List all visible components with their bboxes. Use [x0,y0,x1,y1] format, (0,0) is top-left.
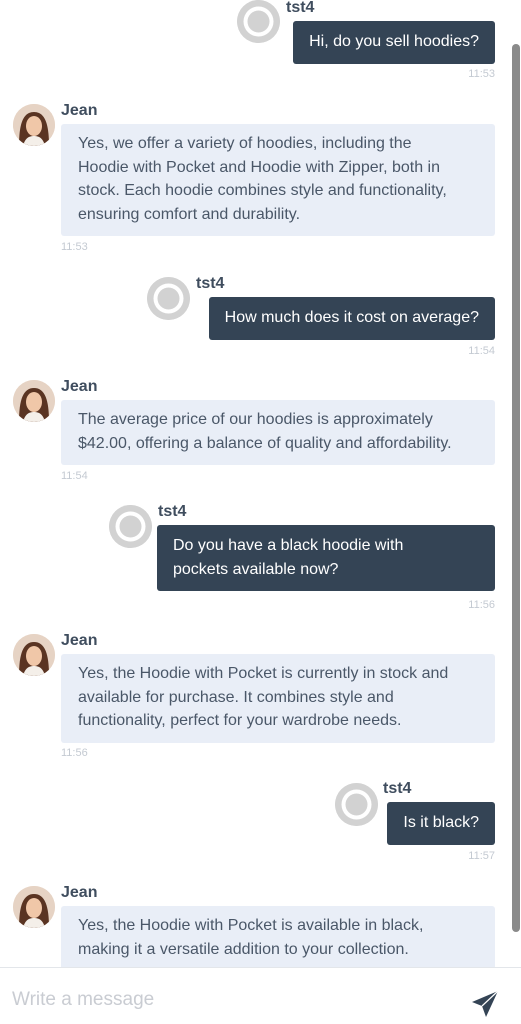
message-bubble: The average price of our hoodies is appr… [61,400,495,465]
agent-avatar [13,380,55,422]
message-timestamp: 11:57 [468,850,495,862]
message-input[interactable] [12,986,432,1014]
message-line: Is it black? [403,814,479,831]
scrollbar-thumb[interactable] [512,44,520,932]
agent-avatar [13,634,55,676]
message-line: Yes, the Hoodie with Pocket is currently… [78,665,449,682]
message-timestamp: 11:53 [468,68,495,80]
user-avatar-icon [237,0,280,43]
message-bubble: Is it black? [387,802,495,845]
message-line: stock. Each hoodie combines style and fu… [78,182,447,199]
message-line: $42.00, offering a balance of quality an… [78,434,452,452]
message-line: Do you have a black hoodie with [173,537,404,554]
message-line: Hoodie with Pocket and Hoodie with Zippe… [78,158,440,176]
message-timestamp: 11:53 [61,241,88,253]
message-line: pockets available now? [173,560,339,578]
sender-name: Jean [61,102,98,119]
user-avatar-icon [335,783,378,826]
message-timestamp: 11:54 [468,345,495,357]
sender-name: tst4 [383,780,412,797]
sender-name: tst4 [158,503,187,520]
message-list[interactable]: tst4 Hi, do you sell hoodies? 11:53 Jean… [0,0,521,967]
message-timestamp: 11:56 [61,747,88,759]
message-line: making it a versatile addition to your c… [78,940,409,958]
message-bubble: Do you have a black hoodie with pockets … [157,525,495,591]
message-line: Yes, the Hoodie with Pocket is available… [78,917,424,934]
sender-name: tst4 [286,0,315,16]
paper-plane-icon [472,990,499,1017]
sender-name: Jean [61,884,98,901]
message-line: How much does it cost on average? [224,309,479,326]
sender-name: tst4 [196,275,225,292]
message-bubble: Yes, the Hoodie with Pocket is available… [61,906,495,967]
message-bubble: Yes, we offer a variety of hoodies, incl… [61,124,495,236]
message-timestamp: 11:56 [468,599,495,611]
sender-name: Jean [61,378,98,395]
agent-avatar [13,886,55,928]
message-line: ensuring comfort and durability. [78,205,301,223]
agent-avatar [13,104,55,146]
message-bubble: Yes, the Hoodie with Pocket is currently… [61,654,495,743]
message-line: Hi, do you sell hoodies? [309,33,479,50]
message-line: Yes, we offer a variety of hoodies, incl… [78,135,412,152]
message-line: available for purchase. It combines styl… [78,688,394,706]
sender-name: Jean [61,632,98,649]
message-bubble: Hi, do you sell hoodies? [293,21,495,64]
user-avatar-icon [147,277,190,320]
message-timestamp: 11:54 [61,470,88,482]
message-composer [0,967,521,1024]
message-bubble: How much does it cost on average? [208,297,495,340]
message-line: functionality, perfect for your wardrobe… [78,712,402,729]
send-button[interactable] [471,990,499,1018]
user-avatar-icon [109,505,152,548]
message-line: The average price of our hoodies is appr… [78,411,433,428]
